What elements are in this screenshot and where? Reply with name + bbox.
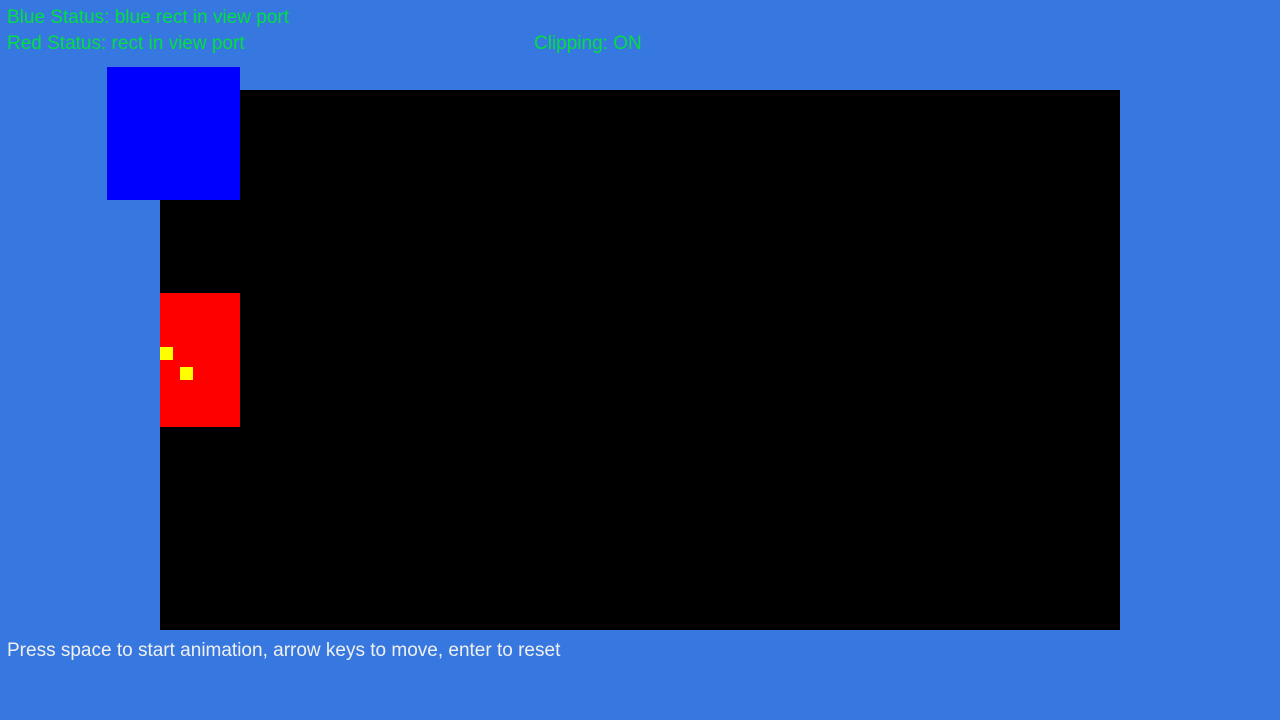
blue-rect [107,67,240,200]
instructions-text: Press space to start animation, arrow ke… [7,640,561,661]
red-status-text: Red Status: rect in view port [7,33,245,54]
game-stage[interactable]: Blue Status: blue rect in view port Red … [0,0,1280,720]
clipping-status-text: Clipping: ON [534,33,642,54]
blue-status-text: Blue Status: blue rect in view port [7,7,289,28]
viewport [160,90,1120,630]
yellow-marker [160,347,173,360]
red-rect [160,293,240,427]
yellow-marker [180,367,193,380]
